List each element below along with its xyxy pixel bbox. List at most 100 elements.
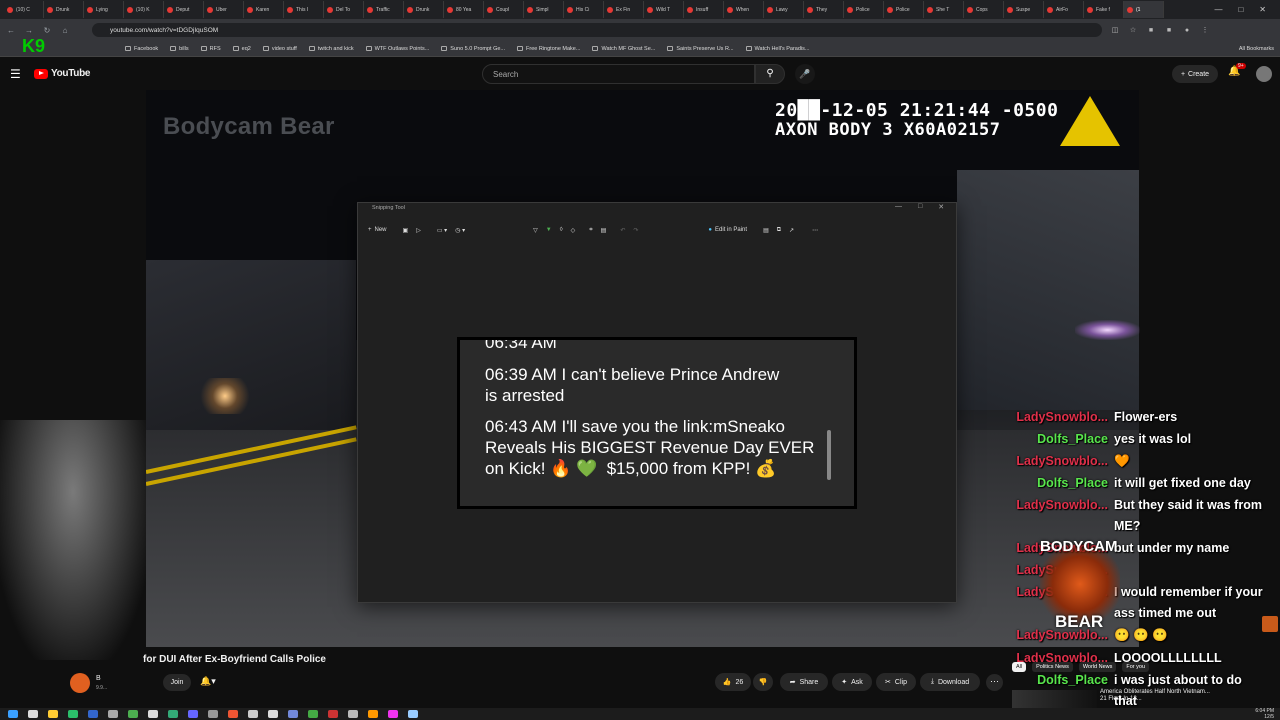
browser-tab[interactable]: Suspe [1004, 1, 1044, 18]
maximize-icon[interactable]: □ [1238, 5, 1243, 14]
crop-icon[interactable]: ⌗ [585, 223, 596, 237]
browser-tab[interactable]: When [724, 1, 764, 18]
shapes-icon[interactable]: ◇ [567, 223, 580, 237]
taskbar-app-icon[interactable] [328, 710, 338, 718]
close-icon[interactable]: ✕ [1259, 5, 1266, 14]
taskbar-app-icon[interactable] [268, 710, 278, 718]
snip-mode-dropdown[interactable]: ▭ ▾ [433, 223, 451, 237]
browser-tab[interactable]: Lawy [764, 1, 804, 18]
browser-tab[interactable]: (10) K [124, 1, 164, 18]
bookmark-item[interactable]: twitch and kick [308, 46, 354, 52]
taskbar-app-icon[interactable] [88, 710, 98, 718]
all-bookmarks[interactable]: All Bookmarks [1239, 46, 1274, 52]
create-button[interactable]: + Create [1172, 65, 1218, 83]
scrollbar[interactable] [827, 430, 831, 480]
bookmark-item[interactable]: Suno 5.0 Prompt Ge... [441, 46, 505, 52]
copy-icon[interactable]: ⧉ [773, 223, 785, 237]
highlighter-icon[interactable]: ▼ [542, 223, 556, 237]
taskbar-app-icon[interactable] [8, 710, 18, 718]
bookmark-item[interactable]: Free Ringtone Make... [517, 46, 580, 52]
taskbar-app-icon[interactable] [248, 710, 258, 718]
browser-tab[interactable]: Fake f [1084, 1, 1124, 18]
ask-button[interactable]: ✦ Ask [832, 673, 872, 691]
download-button[interactable]: ⤓ Download [920, 673, 980, 691]
browser-tab[interactable]: Del To [324, 1, 364, 18]
filter-chip[interactable]: All [1012, 662, 1027, 672]
taskbar-app-icon[interactable] [208, 710, 218, 718]
close-icon[interactable]: ✕ [938, 203, 944, 211]
share-icon[interactable]: ↗ [785, 223, 798, 237]
star-icon[interactable]: ☆ [1128, 26, 1138, 34]
back-icon[interactable]: ← [6, 26, 16, 35]
browser-tab[interactable]: Ex Fin [604, 1, 644, 18]
channel-name[interactable]: B [96, 675, 101, 682]
browser-tab[interactable]: Karen [244, 1, 284, 18]
browser-tab[interactable]: They [804, 1, 844, 18]
home-icon[interactable]: ⌂ [60, 26, 70, 35]
browser-tab[interactable]: Wild T [644, 1, 684, 18]
browser-tab[interactable]: Police [884, 1, 924, 18]
taskbar-app-icon[interactable] [68, 710, 78, 718]
filter-chip[interactable]: Politics News [1032, 662, 1073, 672]
bookmark-item[interactable]: Watch Hell's Paradis... [745, 46, 809, 52]
minimize-icon[interactable]: — [895, 203, 902, 211]
browser-tab[interactable]: Deput [164, 1, 204, 18]
taskbar-app-icon[interactable] [348, 710, 358, 718]
taskbar-app-icon[interactable] [408, 710, 418, 718]
bookmark-item[interactable]: WTF Outlaws Points... [365, 46, 429, 52]
taskbar-app-icon[interactable] [128, 710, 138, 718]
video-icon[interactable]: ▷ [412, 223, 425, 237]
undo-icon[interactable]: ↶ [616, 223, 629, 237]
profile-icon[interactable]: ● [1182, 27, 1192, 34]
bookmark-item[interactable]: video stuff [262, 46, 297, 52]
new-button[interactable]: + New [364, 223, 391, 237]
reload-icon[interactable]: ↻ [42, 26, 52, 35]
eraser-icon[interactable]: ◊ [556, 223, 567, 237]
maximize-icon[interactable]: □ [918, 203, 922, 211]
recommendation-title[interactable]: America Obliterates Half North Vietnam..… [1100, 689, 1210, 703]
browser-tab[interactable]: Cops [964, 1, 1004, 18]
like-button[interactable]: 👍 26 [715, 673, 751, 691]
bookmark-item[interactable]: Facebook [125, 46, 158, 52]
save-icon[interactable]: ▤ [759, 223, 773, 237]
share-button[interactable]: ➦ Share [780, 673, 828, 691]
delay-dropdown[interactable]: ◷ ▾ [451, 223, 469, 237]
clip-button[interactable]: ✂ Clip [876, 673, 916, 691]
browser-tab[interactable]: AirFo [1044, 1, 1084, 18]
bookmark-item[interactable]: RFS [200, 46, 221, 52]
join-button[interactable]: Join [163, 674, 191, 691]
browser-tab[interactable]: Lying [84, 1, 124, 18]
browser-tab[interactable]: Drunk [404, 1, 444, 18]
taskbar-app-icon[interactable] [148, 710, 158, 718]
more-icon[interactable]: ⋯ [808, 223, 822, 237]
bookmark-item[interactable]: eq2 [232, 46, 251, 52]
extension-icon[interactable]: ■ [1164, 27, 1174, 34]
filter-chip[interactable]: For you [1122, 662, 1150, 672]
avatar[interactable] [1256, 66, 1272, 82]
cast-icon[interactable]: ◫ [1110, 26, 1120, 34]
browser-tab[interactable]: Traffic [364, 1, 404, 18]
taskbar-app-icon[interactable] [368, 710, 378, 718]
edit-in-paint-button[interactable]: ● Edit in Paint [704, 223, 751, 237]
taskbar-app-icon[interactable] [48, 710, 58, 718]
side-panel-button[interactable] [1262, 616, 1278, 632]
taskbar-app-icon[interactable] [308, 710, 318, 718]
taskbar-app-icon[interactable] [28, 710, 38, 718]
browser-tab[interactable]: Police [844, 1, 884, 18]
bookmark-item[interactable]: bills [170, 46, 189, 52]
menu-icon[interactable]: ☰ [10, 67, 21, 81]
forward-icon[interactable]: → [24, 26, 34, 35]
browser-tab[interactable]: Coupl [484, 1, 524, 18]
browser-tab[interactable]: She T [924, 1, 964, 18]
browser-tab[interactable]: Drunk [44, 1, 84, 18]
pen-icon[interactable]: ▽ [529, 223, 542, 237]
taskbar-app-icon[interactable] [168, 710, 178, 718]
taskbar-app-icon[interactable] [108, 710, 118, 718]
bell-icon[interactable]: 🔔▾ [200, 676, 216, 687]
url-field[interactable]: youtube.com/watch?v=tDGDjIquSOM [92, 23, 1102, 37]
browser-tab[interactable]: (1 [1124, 1, 1164, 18]
taskbar-app-icon[interactable] [228, 710, 238, 718]
taskbar-app-icon[interactable] [188, 710, 198, 718]
browser-tab[interactable]: (10) C [4, 1, 44, 18]
youtube-logo[interactable]: YouTube [34, 68, 91, 79]
